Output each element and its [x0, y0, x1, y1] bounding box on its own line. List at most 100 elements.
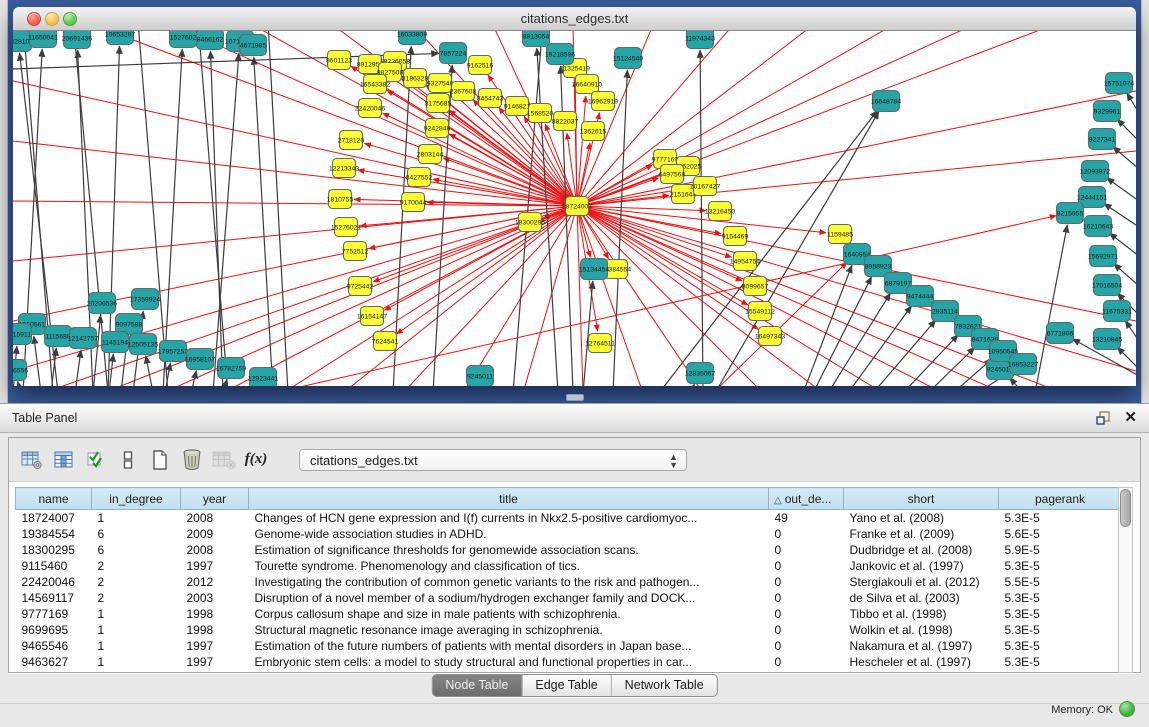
- column-header-short[interactable]: short: [844, 488, 999, 510]
- graph-node[interactable]: 9170044: [400, 193, 427, 212]
- graph-node[interactable]: 9329961: [1094, 101, 1121, 122]
- graph-node[interactable]: 8601123: [326, 51, 352, 70]
- table-row[interactable]: 2242004622012Investigating the contribut…: [16, 574, 1122, 590]
- graph-node[interactable]: 15751074: [1104, 73, 1134, 94]
- graph-node[interactable]: 17016504: [1092, 275, 1122, 296]
- split-pane-divider-handle[interactable]: [566, 394, 584, 401]
- graph-node[interactable]: 16154147: [357, 307, 387, 326]
- tab-network-table[interactable]: Network Table: [611, 675, 717, 696]
- column-header-in_degree[interactable]: in_degree: [92, 488, 181, 510]
- graph-node[interactable]: 12835067: [685, 363, 715, 384]
- table-row[interactable]: 1830029562008Estimation of significance …: [16, 542, 1122, 558]
- graph-node[interactable]: 8822037: [552, 112, 579, 131]
- graph-node[interactable]: 16543382: [360, 75, 390, 94]
- graph-node[interactable]: 12142757: [68, 328, 98, 349]
- graph-node[interactable]: 8466162: [197, 31, 224, 50]
- graph-node[interactable]: 8099657: [742, 277, 769, 296]
- graph-node[interactable]: 1568520: [527, 104, 554, 123]
- graph-node[interactable]: 15549112: [745, 302, 775, 321]
- column-header-title[interactable]: title: [249, 488, 769, 510]
- graph-node[interactable]: 16497343: [755, 327, 785, 346]
- graph-node[interactable]: 26206556: [13, 360, 28, 381]
- table-row[interactable]: 1456911722003Disruption of a novel membe…: [16, 590, 1122, 606]
- network-window-titlebar[interactable]: citations_edges.txt: [13, 7, 1136, 31]
- graph-node[interactable]: 18724007: [562, 197, 592, 216]
- graph-node[interactable]: 8215955: [1057, 203, 1084, 224]
- graph-node[interactable]: 12923441: [248, 368, 278, 387]
- graph-node[interactable]: 16640910: [572, 75, 602, 94]
- table-settings-icon[interactable]: [19, 447, 45, 473]
- table-row[interactable]: 1938455462009Genome-wide association stu…: [16, 526, 1122, 542]
- column-header-year[interactable]: year: [181, 488, 249, 510]
- graph-node[interactable]: 12093872: [1080, 161, 1110, 182]
- graph-node[interactable]: 10167427: [690, 177, 720, 196]
- table-row[interactable]: 946362711997Embryonic stem cells: a mode…: [16, 654, 1122, 670]
- delete-table-disabled-icon[interactable]: [211, 447, 237, 473]
- graph-node[interactable]: 16210643: [1083, 216, 1113, 237]
- graph-node[interactable]: 20206536: [87, 293, 117, 314]
- minimize-window-button[interactable]: [45, 12, 59, 26]
- table-vertical-scrollbar[interactable]: [1118, 487, 1133, 673]
- graph-node[interactable]: 17957253: [158, 341, 188, 362]
- table-selector-dropdown[interactable]: citations_edges.txt ▲▼: [299, 449, 687, 471]
- graph-node[interactable]: 13210845: [1092, 329, 1122, 350]
- graph-node[interactable]: 16853227: [1008, 354, 1038, 375]
- graph-node[interactable]: 15276021: [331, 218, 361, 237]
- new-table-icon[interactable]: [147, 447, 173, 473]
- graph-node[interactable]: 2718120: [338, 131, 365, 150]
- graph-node[interactable]: 20691436: [62, 31, 92, 49]
- graph-node[interactable]: 14954754: [730, 252, 760, 271]
- graph-node[interactable]: 15124549: [613, 48, 643, 69]
- column-header-out_de[interactable]: △out_de...: [769, 488, 844, 510]
- zoom-window-button[interactable]: [63, 12, 77, 26]
- graph-node[interactable]: 8186328: [402, 69, 429, 88]
- table-row[interactable]: 946554611997Estimation of the future num…: [16, 638, 1122, 654]
- graph-node[interactable]: 1810755: [327, 190, 354, 209]
- table-row[interactable]: 1872400712008Changes of HCN gene express…: [16, 510, 1122, 527]
- graph-node[interactable]: 13216450: [705, 202, 735, 221]
- column-header-pagerank[interactable]: pagerank: [999, 488, 1122, 510]
- graph-node[interactable]: 8813054: [523, 31, 550, 47]
- graph-node[interactable]: 16033809: [397, 31, 427, 45]
- close-panel-icon[interactable]: ✕: [1124, 408, 1137, 428]
- graph-node[interactable]: 9725442: [347, 277, 374, 296]
- graph-node[interactable]: 16958107: [185, 349, 215, 370]
- table-row[interactable]: 977716911998Corpus callosum shape and si…: [16, 606, 1122, 622]
- select-all-icon[interactable]: [83, 447, 109, 473]
- graph-node[interactable]: 7857224: [440, 43, 467, 64]
- tab-node-table[interactable]: Node Table: [432, 675, 521, 696]
- float-panel-icon[interactable]: [1096, 411, 1111, 425]
- close-window-button[interactable]: [27, 12, 41, 26]
- graph-node[interactable]: 12505135: [128, 334, 158, 355]
- network-canvas[interactable]: 1872400786011238912954182260589827508818…: [13, 31, 1136, 386]
- graph-node[interactable]: 16962919: [588, 92, 618, 111]
- graph-node[interactable]: 6771806: [1047, 323, 1074, 344]
- table-row[interactable]: 911546021997Tourette syndrome. Phenomeno…: [16, 558, 1122, 574]
- graph-node[interactable]: 9474444: [907, 286, 934, 307]
- delete-table-icon[interactable]: [179, 447, 205, 473]
- graph-node[interactable]: 19218596: [545, 44, 575, 65]
- graph-node[interactable]: 18300295: [515, 213, 545, 232]
- graph-node[interactable]: 12213343: [329, 159, 359, 178]
- column-header-name[interactable]: name: [16, 488, 92, 510]
- graph-node[interactable]: 9154469: [722, 227, 749, 246]
- graph-node[interactable]: 7624541: [372, 332, 399, 351]
- graph-node[interactable]: 11675331: [1102, 301, 1132, 322]
- graph-node[interactable]: 1159485: [827, 225, 853, 244]
- graph-node[interactable]: 15692971: [1088, 246, 1118, 267]
- graph-node[interactable]: 11650041: [28, 31, 58, 48]
- clear-selection-icon[interactable]: [115, 447, 141, 473]
- table-row[interactable]: 969969511998Structural magnetic resonanc…: [16, 622, 1122, 638]
- function-builder-icon[interactable]: f(x): [243, 447, 269, 473]
- graph-node[interactable]: 3915911: [13, 324, 32, 345]
- graph-node[interactable]: 1527602: [170, 31, 197, 48]
- scrollbar-thumb[interactable]: [1120, 489, 1131, 527]
- graph-node[interactable]: 10653287: [105, 31, 135, 45]
- show-columns-icon[interactable]: [51, 447, 77, 473]
- graph-node[interactable]: 9227341: [1089, 129, 1116, 150]
- graph-node[interactable]: 11974343: [685, 31, 715, 49]
- graph-node[interactable]: 1145194: [102, 332, 129, 353]
- graph-node[interactable]: 2803144: [417, 145, 444, 164]
- graph-node[interactable]: 12764511: [585, 334, 615, 353]
- graph-node[interactable]: 1362615: [580, 122, 607, 141]
